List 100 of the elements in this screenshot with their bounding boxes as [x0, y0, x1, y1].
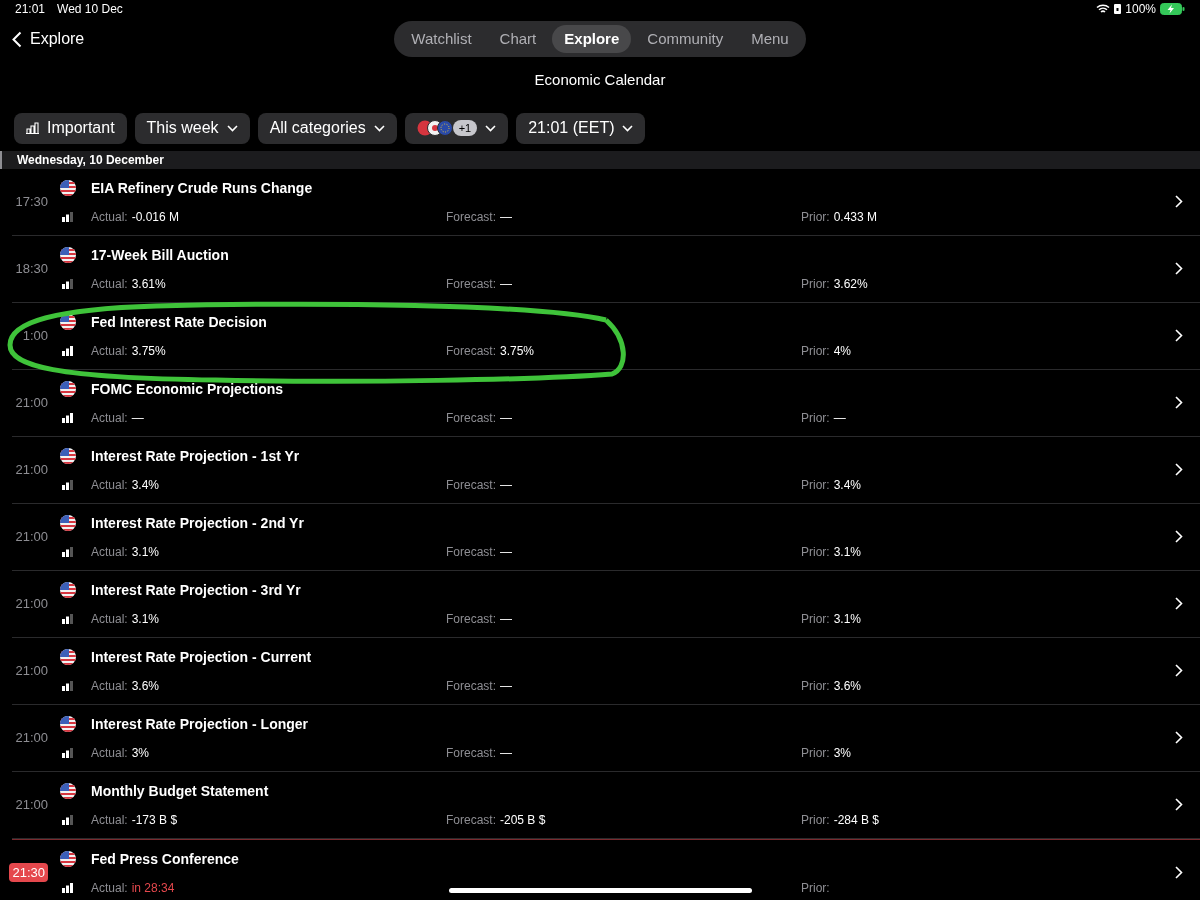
prior-label: Prior:	[801, 476, 830, 494]
nav-tab[interactable]: Menu	[739, 25, 801, 53]
prior-value: 3.62%	[833, 275, 868, 293]
prior-value: 3.1%	[833, 610, 862, 628]
actual-value: in 28:34	[131, 879, 175, 897]
flag-icon	[60, 716, 76, 732]
event-time: 1:00	[22, 326, 48, 345]
event-row[interactable]: 21:00 Interest Rate Projection - 2nd Yr Actual: 3.1% Forecast: — Prior: 3.1%	[12, 503, 1200, 571]
prior-value: 4%	[833, 342, 851, 360]
event-row[interactable]: 21:00 Interest Rate Projection - Current Actual: 3.6% Forecast: — Prior: 3.6%	[12, 637, 1200, 705]
flag-icon	[60, 851, 76, 867]
prior-value: 3%	[833, 744, 851, 762]
actual-label: Actual:	[91, 543, 128, 561]
event-title: Interest Rate Projection - 2nd Yr	[91, 513, 304, 533]
forecast-value: 3.75%	[500, 342, 535, 360]
actual-value: -0.016 M	[131, 208, 180, 226]
important-filter-button[interactable]: Important	[14, 112, 127, 144]
lock-icon	[1114, 4, 1122, 14]
page-title: Economic Calendar	[534, 70, 666, 90]
event-row[interactable]: 21:00 Interest Rate Projection - 1st Yr Actual: 3.4% Forecast: — Prior: 3.4%	[12, 436, 1200, 504]
prior-label: Prior:	[801, 409, 830, 427]
prior-label: Prior:	[801, 610, 830, 628]
prior-label: Prior:	[801, 744, 830, 762]
forecast-label: Forecast:	[446, 409, 496, 427]
chevron-right-icon	[1175, 396, 1183, 409]
back-chevron-icon	[12, 30, 22, 48]
forecast-label: Forecast:	[446, 476, 496, 494]
event-title: Interest Rate Projection - Longer	[91, 714, 309, 734]
flag-icon	[60, 582, 76, 598]
forecast-label: Forecast:	[446, 811, 496, 829]
actual-label: Actual:	[91, 409, 128, 427]
nav-tab[interactable]: Community	[635, 25, 736, 53]
chevron-down-icon	[373, 124, 385, 132]
event-row[interactable]: 18:30 17-Week Bill Auction Actual: 3.61% Forecast: — Prior: 3.62%	[12, 235, 1200, 303]
actual-label: Actual:	[91, 744, 128, 762]
prior-value: —	[833, 409, 846, 427]
chevron-right-icon	[1175, 866, 1183, 879]
nav-tab[interactable]: Watchlist	[399, 25, 484, 53]
event-title: Fed Interest Rate Decision	[91, 312, 267, 332]
event-row[interactable]: 21:00 Interest Rate Projection - Longer Actual: 3% Forecast: — Prior: 3%	[12, 704, 1200, 772]
chevron-right-icon	[1175, 262, 1183, 275]
region-flags-icon	[416, 120, 453, 136]
actual-label: Actual:	[91, 677, 128, 695]
actual-label: Actual:	[91, 610, 128, 628]
forecast-value: —	[500, 610, 512, 628]
event-title: Interest Rate Projection - 1st Yr	[91, 446, 300, 466]
back-button[interactable]: Explore	[12, 27, 85, 51]
actual-label: Actual:	[91, 476, 128, 494]
status-date: Wed 10 Dec	[57, 1, 123, 18]
event-time: 18:30	[15, 259, 48, 278]
forecast-value: —	[500, 744, 512, 762]
actual-value: 3.75%	[131, 342, 166, 360]
prior-label: Prior:	[801, 543, 830, 561]
chevron-right-icon	[1175, 530, 1183, 543]
actual-value: 3.1%	[131, 610, 160, 628]
forecast-value: —	[500, 409, 512, 427]
event-time: 21:00	[15, 728, 48, 747]
forecast-value: —	[500, 677, 512, 695]
prior-label: Prior:	[801, 879, 830, 897]
filter-dropdown[interactable]: All categories	[257, 112, 397, 144]
flag-icon	[60, 783, 76, 799]
actual-label: Actual:	[91, 811, 128, 829]
event-row[interactable]: 21:00 FOMC Economic Projections Actual: — Forecast: — Prior: —	[12, 369, 1200, 437]
filter-dropdown[interactable]: 21:01 (EET)	[516, 112, 646, 144]
prior-value: 0.433 M	[833, 208, 878, 226]
forecast-label: Forecast:	[446, 208, 496, 226]
event-title: FOMC Economic Projections	[91, 379, 284, 399]
forecast-label: Forecast:	[446, 677, 496, 695]
chevron-down-icon	[485, 124, 497, 132]
event-row[interactable]: 21:00 Interest Rate Projection - 3rd Yr Actual: 3.1% Forecast: — Prior: 3.1%	[12, 570, 1200, 638]
forecast-value: -205 B $	[500, 811, 546, 829]
chevron-right-icon	[1175, 463, 1183, 476]
region-count-badge: +1	[452, 120, 478, 136]
chevron-right-icon	[1175, 731, 1183, 744]
bar-chart-icon	[26, 122, 39, 134]
event-row[interactable]: 21:00 Monthly Budget Statement Actual: -173 B $ Forecast: -205 B $ Prior: -284 B $	[12, 771, 1200, 839]
chevron-down-icon	[226, 124, 238, 132]
event-title: Monthly Budget Statement	[91, 781, 269, 801]
chevron-down-icon	[622, 124, 634, 132]
event-time: 21:00	[15, 460, 48, 479]
chevron-right-icon	[1175, 329, 1183, 342]
actual-value: 3.61%	[131, 275, 166, 293]
event-row[interactable]: 17:30 EIA Refinery Crude Runs Change Actual: -0.016 M Forecast: — Prior: 0.433 M	[12, 168, 1200, 236]
battery-charging-icon	[1160, 3, 1185, 15]
event-title: Interest Rate Projection - 3rd Yr	[91, 580, 301, 600]
nav-tab[interactable]: Explore	[552, 25, 632, 53]
prior-label: Prior:	[801, 208, 830, 226]
chevron-right-icon	[1175, 597, 1183, 610]
event-time: 21:00	[15, 594, 48, 613]
actual-value: 3.6%	[131, 677, 160, 695]
chevron-right-icon	[1175, 798, 1183, 811]
event-time: 21:00	[15, 393, 48, 412]
flag-icon	[60, 649, 76, 665]
region-filter-dropdown[interactable]: +1	[404, 112, 509, 144]
prior-label: Prior:	[801, 275, 830, 293]
event-row[interactable]: 1:00 Fed Interest Rate Decision Actual: 3.75% Forecast: 3.75% Prior: 4%	[12, 302, 1200, 370]
actual-label: Actual:	[91, 342, 128, 360]
nav-tab[interactable]: Chart	[487, 25, 549, 53]
filter-dropdown[interactable]: This week	[134, 112, 250, 144]
actual-label: Actual:	[91, 275, 128, 293]
